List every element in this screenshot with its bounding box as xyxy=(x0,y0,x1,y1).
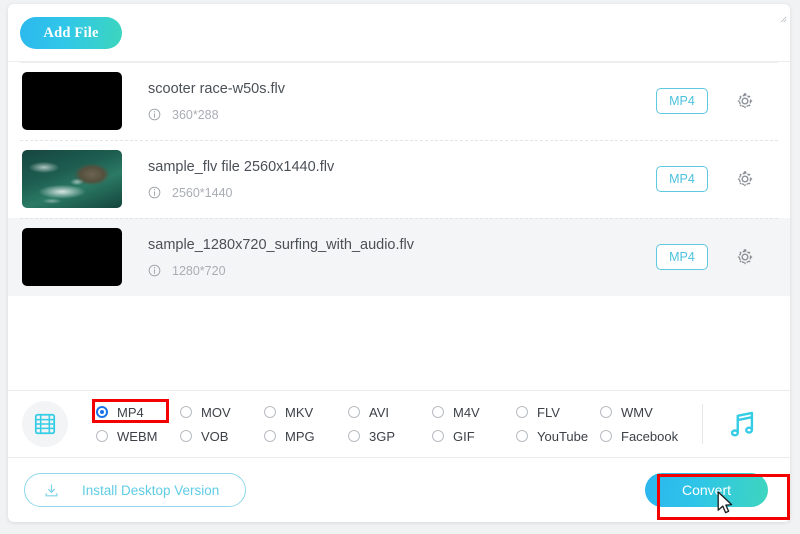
add-file-button[interactable]: Add File xyxy=(20,17,122,49)
file-resolution: 2560*1440 xyxy=(172,185,233,200)
footer-bar: Install Desktop Version Convert xyxy=(8,458,790,522)
format-options-grid: MP4 MOV MKV AVI M4V FLV WMV WEBM VOB MPG 3GP GIF You… xyxy=(96,400,684,448)
format-option-label: VOB xyxy=(201,428,229,444)
format-option-gif[interactable]: GIF xyxy=(432,429,516,444)
radio-button[interactable] xyxy=(348,430,360,442)
format-option-m4v[interactable]: M4V xyxy=(432,405,516,420)
radio-button[interactable] xyxy=(432,406,444,418)
format-option-label: Facebook xyxy=(621,428,679,444)
radio-button[interactable] xyxy=(516,430,528,442)
file-row[interactable]: sample_1280x720_surfing_with_audio.flv 12… xyxy=(8,218,790,296)
file-meta: 360*288 xyxy=(148,108,656,122)
file-row[interactable]: sample_flv file 2560x1440.flv 2560*1440 MP… xyxy=(8,140,790,218)
radio-button[interactable] xyxy=(96,430,108,442)
vertical-divider xyxy=(702,404,703,444)
format-option-label: WMV xyxy=(621,404,653,420)
format-option-label: MP4 xyxy=(117,404,144,420)
format-option-label: 3GP xyxy=(369,428,396,444)
format-option-wmv[interactable]: WMV xyxy=(600,405,684,420)
radio-button[interactable] xyxy=(600,406,612,418)
file-thumbnail xyxy=(22,72,122,130)
file-resolution: 360*288 xyxy=(172,107,219,122)
info-icon[interactable] xyxy=(148,108,161,121)
format-option-vob[interactable]: VOB xyxy=(180,429,264,444)
file-meta: 1280*720 xyxy=(148,264,656,278)
scroll-indicator[interactable] xyxy=(780,10,787,23)
file-output-format-chip[interactable]: MP4 xyxy=(656,88,708,114)
download-icon xyxy=(43,482,60,499)
convert-button[interactable]: Convert xyxy=(645,473,768,507)
music-note-icon[interactable] xyxy=(725,407,759,441)
file-row[interactable]: scooter race-w50s.flv 360*288 MP4 xyxy=(8,62,790,140)
file-thumbnail xyxy=(22,228,122,286)
radio-button[interactable] xyxy=(432,430,444,442)
format-option-label: FLV xyxy=(537,404,560,420)
file-name: scooter race-w50s.flv xyxy=(148,80,285,97)
format-option-label: M4V xyxy=(453,404,480,420)
radio-button[interactable] xyxy=(264,430,276,442)
toolbar: Add File xyxy=(8,4,790,62)
file-info: sample_1280x720_surfing_with_audio.flv 12… xyxy=(122,237,656,278)
file-list: scooter race-w50s.flv 360*288 MP4 sample_fl… xyxy=(8,62,790,390)
file-name: sample_1280x720_surfing_with_audio.flv xyxy=(148,236,415,253)
format-option-label: MPG xyxy=(285,428,315,444)
file-info: sample_flv file 2560x1440.flv 2560*1440 xyxy=(122,159,656,200)
file-resolution: 1280*720 xyxy=(172,263,226,278)
format-option-webm[interactable]: WEBM xyxy=(96,429,180,444)
gear-icon[interactable] xyxy=(734,246,756,268)
radio-button[interactable] xyxy=(348,406,360,418)
main-card: Add File scooter race-w50s.flv 360*288 MP4… xyxy=(8,4,790,522)
file-output-format-chip[interactable]: MP4 xyxy=(656,166,708,192)
info-icon[interactable] xyxy=(148,264,161,277)
format-option-label: YouTube xyxy=(537,428,589,444)
format-option-mp4[interactable]: MP4 xyxy=(96,405,180,420)
converter-app: Add File scooter race-w50s.flv 360*288 MP4… xyxy=(0,0,800,534)
format-option-label: AVI xyxy=(369,404,389,420)
file-output-format-chip[interactable]: MP4 xyxy=(656,244,708,270)
format-option-facebook[interactable]: Facebook xyxy=(600,429,684,444)
radio-button[interactable] xyxy=(96,406,108,418)
install-button-label: Install Desktop Version xyxy=(82,482,220,498)
radio-button[interactable] xyxy=(600,430,612,442)
format-selection-bar: MP4 MOV MKV AVI M4V FLV WMV WEBM VOB MPG 3GP GIF You… xyxy=(8,390,790,458)
file-thumbnail xyxy=(22,150,122,208)
file-info: scooter race-w50s.flv 360*288 xyxy=(122,81,656,122)
format-option-label: MOV xyxy=(201,404,231,420)
gear-icon[interactable] xyxy=(734,168,756,190)
radio-button[interactable] xyxy=(180,430,192,442)
radio-button[interactable] xyxy=(516,406,528,418)
film-strip-icon[interactable] xyxy=(22,401,68,447)
format-option-3gp[interactable]: 3GP xyxy=(348,429,432,444)
install-desktop-version-button[interactable]: Install Desktop Version xyxy=(24,473,247,507)
radio-button[interactable] xyxy=(264,406,276,418)
format-option-mpg[interactable]: MPG xyxy=(264,429,348,444)
radio-button[interactable] xyxy=(180,406,192,418)
info-icon[interactable] xyxy=(148,186,161,199)
format-option-youtube[interactable]: YouTube xyxy=(516,429,600,444)
format-option-label: GIF xyxy=(453,428,475,444)
format-option-mov[interactable]: MOV xyxy=(180,405,264,420)
file-meta: 2560*1440 xyxy=(148,186,656,200)
format-option-flv[interactable]: FLV xyxy=(516,405,600,420)
format-option-avi[interactable]: AVI xyxy=(348,405,432,420)
format-option-mkv[interactable]: MKV xyxy=(264,405,348,420)
format-option-label: MKV xyxy=(285,404,314,420)
gear-icon[interactable] xyxy=(734,90,756,112)
format-option-label: WEBM xyxy=(117,428,158,444)
file-name: sample_flv file 2560x1440.flv xyxy=(148,158,335,175)
